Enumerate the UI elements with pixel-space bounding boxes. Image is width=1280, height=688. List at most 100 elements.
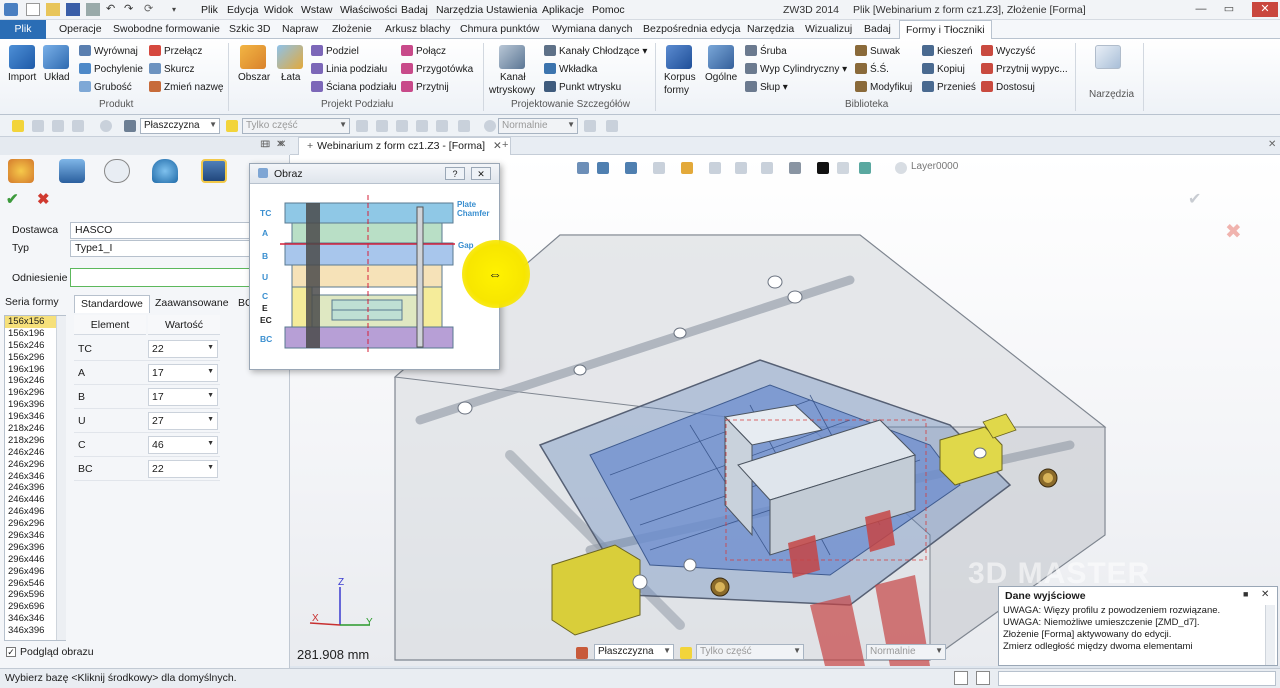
line-filter-icon[interactable] xyxy=(52,120,64,132)
kieszen-button[interactable]: Kieszeń xyxy=(922,45,973,57)
kopiuj-button[interactable]: Kopiuj xyxy=(922,63,965,75)
output-restore-icon[interactable]: ■ xyxy=(1243,589,1248,599)
tab-bezposrednia-edycja[interactable]: Bezpośrednia edycja xyxy=(643,23,740,35)
pin-icon[interactable]: ⊟ xyxy=(260,139,268,150)
tab-szkic-3d[interactable]: Szkic 3D xyxy=(229,23,270,35)
normal-combo[interactable]: Normalnie ▼ xyxy=(498,118,578,134)
menu-widok[interactable]: Widok xyxy=(264,4,293,16)
import-icon[interactable] xyxy=(9,45,35,69)
tab-badaj[interactable]: Badaj xyxy=(864,23,891,35)
value-dropdown[interactable]: 27 ▼ xyxy=(148,412,218,430)
sciana-podzialu-button[interactable]: Ściana podziału xyxy=(311,81,397,93)
box-select-icon[interactable] xyxy=(72,120,84,132)
bulb-icon[interactable] xyxy=(895,162,907,174)
view-shade-icon[interactable] xyxy=(625,162,637,174)
maximize-icon[interactable]: ▭ xyxy=(1218,2,1240,17)
rebuild-icon[interactable]: ⟳ xyxy=(144,3,158,16)
preview-checkbox[interactable]: ✓ xyxy=(6,647,16,657)
value-dropdown[interactable]: 22 ▼ xyxy=(148,340,218,358)
tab-arkusz-blachy[interactable]: Arkusz blachy xyxy=(385,23,450,35)
palette-icon[interactable] xyxy=(8,159,34,183)
tab-plik[interactable]: Plik xyxy=(0,20,46,39)
menu-wstaw[interactable]: Wstaw xyxy=(301,4,333,16)
pick-mode-icon[interactable] xyxy=(226,120,238,132)
tab-wizualizuj[interactable]: Wizualizuj xyxy=(805,23,852,35)
view-zoom-icon[interactable] xyxy=(709,162,721,174)
new-file-icon[interactable] xyxy=(26,3,40,16)
wyrownaj-button[interactable]: Wyrównaj xyxy=(79,45,138,57)
ogolne-button[interactable]: Ogólne xyxy=(705,72,737,83)
tab-napraw[interactable]: Napraw xyxy=(282,23,318,35)
mold-base-icon[interactable] xyxy=(666,45,692,69)
pochylenie-button[interactable]: Pochylenie xyxy=(79,63,143,75)
pick-filter-icon[interactable] xyxy=(32,120,44,132)
tab-zlozenie[interactable]: Złożenie xyxy=(332,23,372,35)
menu-edycja[interactable]: Edycja xyxy=(227,4,259,16)
tab-chmura-punktow[interactable]: Chmura punktów xyxy=(460,23,539,35)
qa-dropdown-icon[interactable]: ▾ xyxy=(172,3,186,16)
layout-button[interactable]: Układ xyxy=(44,72,70,83)
value-dropdown[interactable]: 17 ▼ xyxy=(148,388,218,406)
open-file-icon[interactable] xyxy=(46,3,60,16)
help-icon[interactable]: ? xyxy=(445,167,465,180)
group-label-narzedzia[interactable]: Narzędzia xyxy=(1089,89,1134,100)
document-tab[interactable]: + Webinarium z form cz1.Z3 - [Forma] ✕ xyxy=(298,137,511,155)
close-icon[interactable]: ✕ xyxy=(1252,2,1278,17)
pick-cursor-icon[interactable] xyxy=(12,120,24,132)
status-icon-1[interactable] xyxy=(954,671,968,685)
color-swatch-icon[interactable] xyxy=(837,162,849,174)
filter-icon[interactable] xyxy=(124,120,136,132)
snap-icon-4[interactable] xyxy=(416,120,428,132)
view-cube-icon[interactable] xyxy=(597,162,609,174)
output-scrollbar[interactable] xyxy=(1265,605,1275,665)
general-icon[interactable] xyxy=(708,45,734,69)
tab-zaawansowane[interactable]: Zaawansowane xyxy=(149,295,235,313)
dialog-title-bar[interactable]: Obraz ? ✕ xyxy=(250,164,499,184)
filter-combo[interactable]: Płaszczyzna ▼ xyxy=(140,118,220,134)
sruba-button[interactable]: Śruba xyxy=(745,45,787,57)
status-icon-2[interactable] xyxy=(976,671,990,685)
tab-close-icon[interactable]: ✕ xyxy=(493,140,502,152)
linia-podzialu-button[interactable]: Linia podziału xyxy=(311,63,387,75)
odniesienie-field[interactable] xyxy=(70,268,250,287)
region-icon[interactable] xyxy=(240,45,266,69)
bottom-filter-combo[interactable]: Płaszczyzna ▼ xyxy=(594,644,674,660)
wkladka-button[interactable]: Wkładka xyxy=(544,63,597,75)
kanaly-chlodzace-button[interactable]: Kanały Chłodzące ▾ xyxy=(544,45,647,57)
dialog-close-icon[interactable]: ✕ xyxy=(471,167,491,180)
punkt-wtrysku-button[interactable]: Punkt wtrysku xyxy=(544,81,621,93)
filter-icon[interactable] xyxy=(576,647,588,659)
polacz-button[interactable]: Połącz xyxy=(401,45,446,57)
grubosc-button[interactable]: Grubość xyxy=(79,81,132,93)
command-input[interactable] xyxy=(998,671,1276,686)
doc-close-icon[interactable]: ✕ xyxy=(1268,139,1276,150)
podziel-button[interactable]: Podziel xyxy=(311,45,359,57)
menu-narzedzia[interactable]: Narzędzia xyxy=(436,4,483,16)
przytnij-button[interactable]: Przytnij xyxy=(401,81,449,93)
dome-icon[interactable] xyxy=(152,159,178,183)
snap-icon-7[interactable] xyxy=(584,120,596,132)
slup-button[interactable]: Słup ▾ xyxy=(745,81,788,93)
background-color-icon[interactable] xyxy=(817,162,829,174)
menu-plik[interactable]: Plik xyxy=(201,4,218,16)
menu-ustawienia[interactable]: Ustawienia xyxy=(486,4,537,16)
save-icon[interactable] xyxy=(66,3,80,16)
wyczysc-button[interactable]: Wyczyść xyxy=(981,45,1035,57)
output-close-icon[interactable]: ✕ xyxy=(1261,589,1269,600)
tab-swobodne-formowanie[interactable]: Swobodne formowanie xyxy=(113,23,220,35)
skurcz-button[interactable]: Skurcz xyxy=(149,63,195,75)
pick-mode-icon[interactable] xyxy=(680,647,692,659)
value-dropdown[interactable]: 46 ▼ xyxy=(148,436,218,454)
tab-operacje[interactable]: Operacje xyxy=(59,23,102,35)
circle-select-icon[interactable] xyxy=(100,120,112,132)
patch-icon[interactable] xyxy=(277,45,303,69)
layout-icon[interactable] xyxy=(43,45,69,69)
pick-combo[interactable]: Tylko część ▼ xyxy=(242,118,350,134)
dostosuj-button[interactable]: Dostosuj xyxy=(981,81,1035,93)
dostawca-field[interactable]: HASCO xyxy=(70,222,250,239)
menu-aplikacje[interactable]: Aplikacje xyxy=(542,4,584,16)
kanal-button[interactable]: Kanał xyxy=(500,72,526,83)
bottom-normal-combo[interactable]: Normalnie ▼ xyxy=(866,644,946,660)
menu-wlasciwosci[interactable]: Właściwości xyxy=(340,4,397,16)
minimize-icon[interactable]: — xyxy=(1190,2,1212,17)
